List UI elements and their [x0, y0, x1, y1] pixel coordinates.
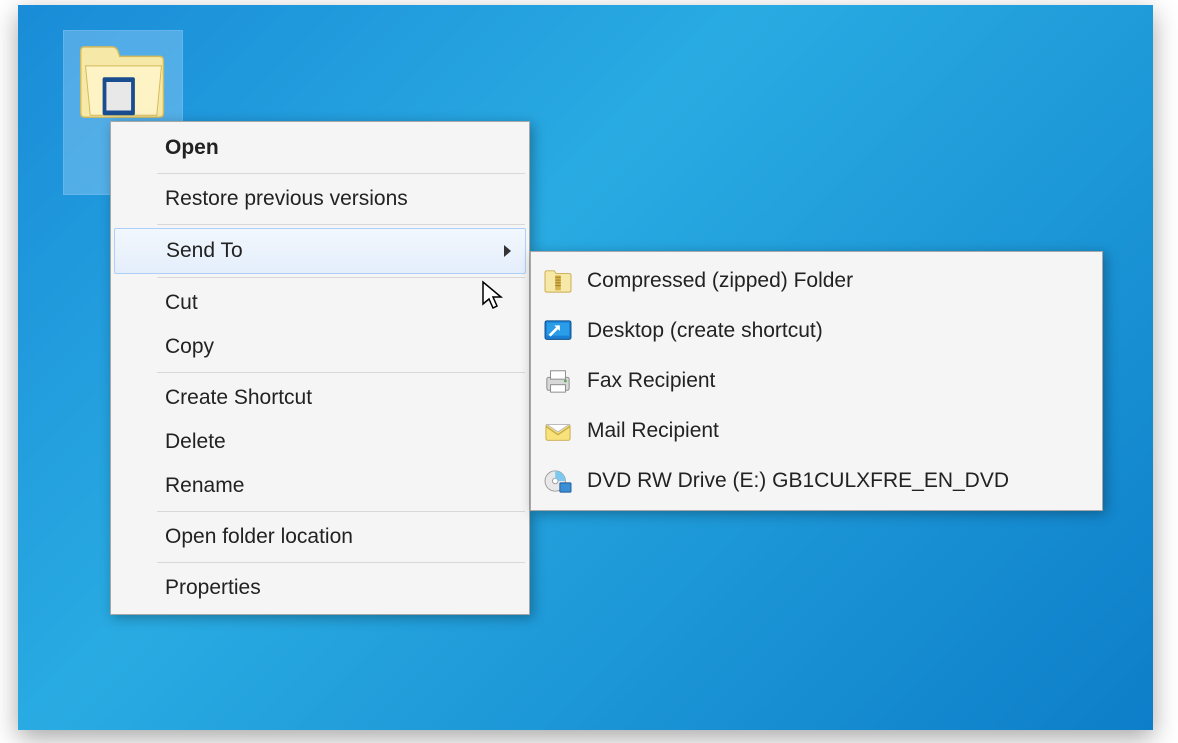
menu-restore-previous[interactable]: Restore previous versions: [113, 177, 527, 221]
submenu-desktop-label: Desktop (create shortcut): [587, 319, 823, 343]
submenu-compressed-folder[interactable]: Compressed (zipped) Folder: [533, 256, 1100, 306]
zip-folder-icon: [541, 266, 575, 296]
menu-separator: [157, 372, 525, 373]
submenu-fax-recipient[interactable]: Fax Recipient: [533, 356, 1100, 406]
menu-rename[interactable]: Rename: [113, 464, 527, 508]
menu-cut[interactable]: Cut: [113, 281, 527, 325]
menu-restore-label: Restore previous versions: [165, 187, 408, 211]
menu-sendto-label: Send To: [166, 239, 243, 263]
menu-open[interactable]: Open: [113, 126, 527, 170]
menu-open-label: Open: [165, 136, 219, 160]
submenu-fax-label: Fax Recipient: [587, 369, 715, 393]
menu-properties[interactable]: Properties: [113, 566, 527, 610]
menu-rename-label: Rename: [165, 474, 244, 498]
menu-separator: [157, 224, 525, 225]
menu-send-to[interactable]: Send To: [114, 228, 526, 274]
menu-separator: [157, 562, 525, 563]
submenu-desktop-shortcut[interactable]: Desktop (create shortcut): [533, 306, 1100, 356]
menu-cut-label: Cut: [165, 291, 198, 315]
desktop-background: S Open Restore previous versions Send To…: [18, 5, 1153, 730]
menu-create-shortcut[interactable]: Create Shortcut: [113, 376, 527, 420]
submenu-dvd-label: DVD RW Drive (E:) GB1CULXFRE_EN_DVD: [587, 469, 1009, 493]
menu-separator: [157, 511, 525, 512]
menu-copy-label: Copy: [165, 335, 214, 359]
submenu-mail-recipient[interactable]: Mail Recipient: [533, 406, 1100, 456]
menu-open-folder-location[interactable]: Open folder location: [113, 515, 527, 559]
submenu-arrow-icon: [504, 245, 511, 257]
menu-delete[interactable]: Delete: [113, 420, 527, 464]
dvd-drive-icon: [541, 466, 575, 496]
desktop-icon: [541, 316, 575, 346]
menu-delete-label: Delete: [165, 430, 226, 454]
menu-open-location-label: Open folder location: [165, 525, 353, 549]
menu-copy[interactable]: Copy: [113, 325, 527, 369]
folder-icon: [76, 37, 171, 127]
submenu-mail-label: Mail Recipient: [587, 419, 719, 443]
submenu-dvd-drive[interactable]: DVD RW Drive (E:) GB1CULXFRE_EN_DVD: [533, 456, 1100, 506]
mail-icon: [541, 416, 575, 446]
menu-separator: [157, 173, 525, 174]
menu-separator: [157, 277, 525, 278]
context-menu-main: Open Restore previous versions Send To C…: [110, 121, 530, 615]
fax-icon: [541, 366, 575, 396]
cursor-icon: [481, 280, 505, 312]
submenu-compressed-label: Compressed (zipped) Folder: [587, 269, 853, 293]
menu-properties-label: Properties: [165, 576, 261, 600]
menu-create-shortcut-label: Create Shortcut: [165, 386, 312, 410]
context-menu-sendto: Compressed (zipped) Folder Desktop (crea…: [530, 251, 1103, 511]
